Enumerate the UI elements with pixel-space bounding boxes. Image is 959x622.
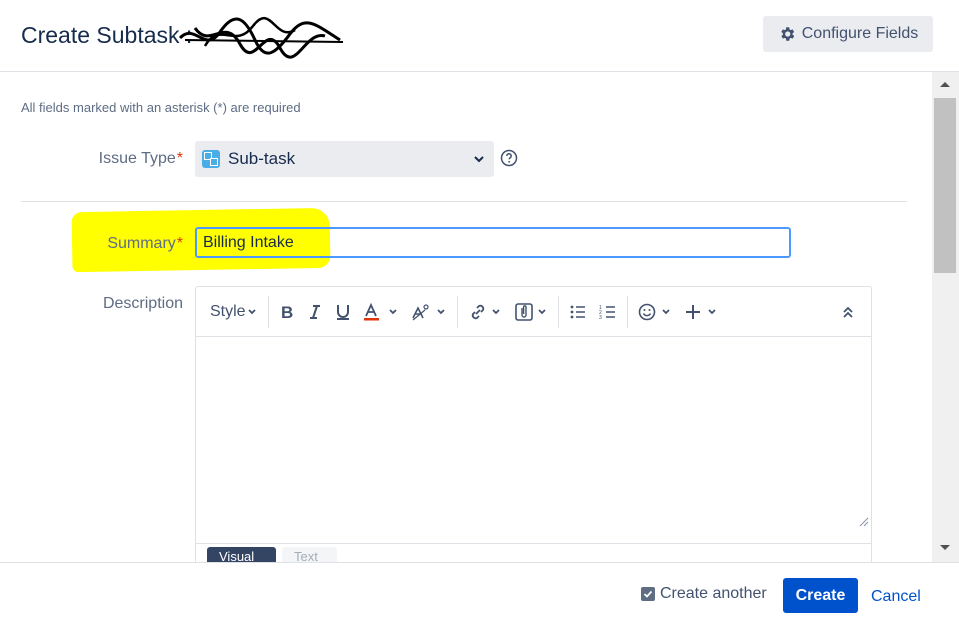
chevron-down-icon — [436, 308, 445, 314]
toolbar-separator — [557, 295, 559, 328]
create-another-label: Create another — [660, 585, 767, 602]
editor-mode-tabs: Visual Text — [207, 547, 337, 562]
configure-fields-label: Configure Fields — [801, 25, 919, 42]
bullet-list-button[interactable] — [563, 296, 593, 328]
emoji-button[interactable] — [632, 296, 678, 328]
emoji-icon — [638, 303, 655, 320]
text-format-button[interactable] — [405, 296, 453, 328]
cancel-link[interactable]: Cancel — [871, 588, 921, 606]
chevron-down-icon — [537, 308, 546, 314]
tab-visual[interactable]: Visual — [207, 547, 276, 562]
checkmark-icon — [643, 590, 653, 598]
summary-label: Summary* — [20, 235, 183, 253]
svg-text:B: B — [281, 304, 293, 320]
text-color-button[interactable] — [357, 296, 405, 328]
subtask-icon — [202, 150, 220, 168]
collapse-toolbar-button[interactable] — [835, 296, 861, 328]
chevron-down-icon — [661, 308, 670, 314]
required-fields-note: All fields marked with an asterisk (*) a… — [21, 100, 301, 115]
link-icon — [471, 304, 484, 319]
form-body: All fields marked with an asterisk (*) a… — [0, 72, 932, 562]
numbered-list-icon: 123 — [599, 305, 615, 320]
issue-type-label: Issue Type* — [20, 150, 183, 168]
create-button[interactable]: Create — [783, 578, 858, 613]
style-label: Style — [210, 302, 246, 320]
dialog-footer: Create another Create Cancel — [0, 562, 959, 622]
chevron-down-icon — [707, 308, 716, 314]
chevron-down-icon — [474, 156, 484, 163]
toolbar-separator — [456, 295, 458, 328]
summary-input[interactable] — [195, 227, 791, 258]
chevron-down-icon — [247, 308, 256, 314]
bullet-list-icon — [570, 305, 585, 318]
gear-icon — [781, 27, 794, 41]
svg-text:3: 3 — [599, 315, 602, 320]
tab-text[interactable]: Text — [282, 547, 337, 562]
dialog-header: Create Subtask : Configure Fields — [0, 0, 959, 72]
chevron-down-icon — [491, 308, 500, 314]
underline-icon — [336, 304, 349, 320]
configure-fields-button[interactable]: Configure Fields — [763, 16, 933, 52]
editor-bottom-border — [196, 543, 871, 544]
insert-more-button[interactable] — [678, 296, 724, 328]
collapse-toolbar-icon — [843, 306, 853, 318]
insert-more-icon — [685, 304, 700, 319]
bold-button[interactable]: B — [273, 296, 301, 328]
issue-type-label-text: Issue Type — [98, 150, 176, 167]
toolbar-separator — [626, 295, 628, 328]
scroll-down-arrow-icon[interactable] — [939, 544, 951, 552]
bold-icon: B — [281, 304, 293, 320]
redaction-scribble — [178, 17, 344, 59]
dialog-title: Create Subtask : — [21, 22, 193, 48]
summary-label-text: Summary — [107, 235, 176, 252]
help-icon[interactable] — [500, 149, 518, 167]
create-another-option[interactable]: Create another — [641, 585, 767, 603]
text-color-icon — [363, 302, 379, 320]
description-editor[interactable]: Style B 1 2 3 — [195, 286, 872, 562]
issue-type-value: Sub-task — [228, 149, 296, 168]
text-format-icon — [411, 303, 429, 320]
toolbar-separator — [267, 295, 269, 328]
description-text-area[interactable] — [196, 337, 871, 541]
create-another-checkbox[interactable] — [641, 587, 655, 601]
vertical-scrollbar[interactable] — [932, 72, 959, 562]
resize-handle-icon[interactable] — [859, 517, 869, 527]
chevron-down-icon — [388, 308, 397, 314]
italic-button[interactable] — [301, 296, 329, 328]
numbered-list-button[interactable]: 123 — [593, 296, 623, 328]
section-divider — [21, 201, 907, 202]
attachment-button[interactable] — [508, 296, 554, 328]
issue-type-select[interactable]: Sub-task — [195, 141, 494, 177]
scrollbar-thumb[interactable] — [934, 98, 956, 273]
editor-toolbar: Style B 1 2 3 — [196, 287, 871, 337]
underline-button[interactable] — [329, 296, 357, 328]
required-asterisk: * — [176, 235, 183, 252]
italic-icon — [309, 304, 320, 319]
scroll-up-arrow-icon[interactable] — [939, 80, 951, 88]
description-label: Description — [102, 295, 183, 312]
link-button[interactable] — [462, 296, 508, 328]
attachment-icon — [514, 302, 533, 321]
required-asterisk: * — [176, 150, 183, 167]
style-dropdown[interactable]: Style — [196, 296, 264, 328]
